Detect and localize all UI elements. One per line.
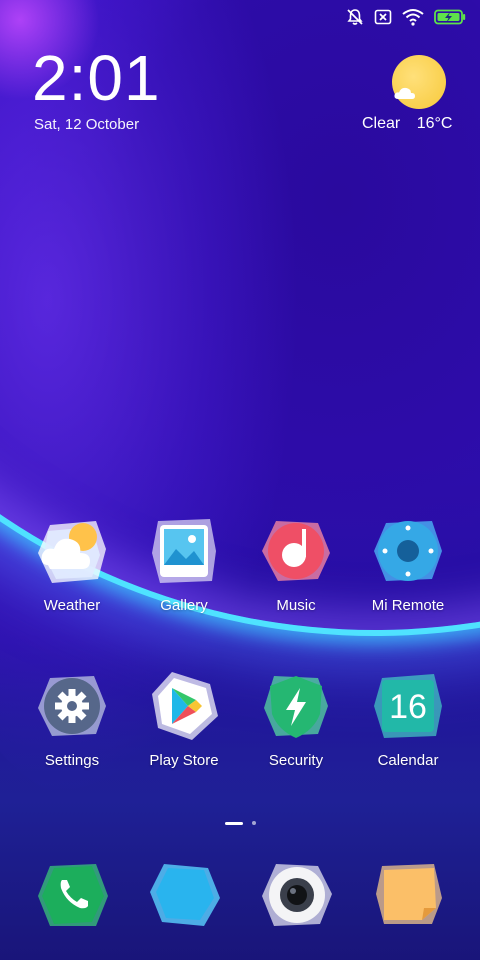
weather-app-icon — [36, 515, 108, 587]
play-store-app-icon — [148, 670, 220, 742]
app-label: Security — [268, 752, 324, 769]
calendar-app-icon: 16 — [372, 670, 444, 742]
app-settings[interactable]: Settings — [22, 670, 122, 769]
app-play-store[interactable]: Play Store — [134, 670, 234, 769]
messages-app-icon — [148, 858, 222, 932]
app-label: Settings — [44, 752, 100, 769]
remote-app-icon — [372, 515, 444, 587]
camera-app-icon — [260, 858, 334, 932]
dock-notes[interactable] — [372, 858, 446, 932]
security-app-icon — [260, 670, 332, 742]
status-bar — [346, 6, 466, 28]
app-label: Music — [276, 597, 316, 614]
weather-text: Clear 16°C — [362, 115, 452, 133]
page-dot — [251, 821, 256, 825]
weather-temperature: 16°C — [416, 115, 453, 132]
cloud-icon — [394, 87, 415, 99]
wallpaper — [0, 0, 480, 960]
calendar-date-text: 16 — [389, 688, 427, 726]
settings-app-icon — [36, 670, 108, 742]
battery-charging-icon — [434, 9, 466, 25]
app-label: Calendar — [377, 752, 439, 769]
page-dot-active — [224, 821, 243, 825]
app-label: Weather — [43, 597, 101, 614]
page-indicator[interactable] — [0, 821, 480, 825]
app-mi-remote[interactable]: Mi Remote — [358, 515, 458, 614]
app-music[interactable]: Music — [246, 515, 346, 614]
app-label: Mi Remote — [371, 597, 445, 614]
notes-app-icon — [372, 858, 446, 932]
app-security[interactable]: Security — [246, 670, 346, 769]
app-gallery[interactable]: Gallery — [134, 515, 234, 614]
dock-phone[interactable] — [36, 858, 110, 932]
music-app-icon — [260, 515, 332, 587]
app-label: Play Store — [149, 752, 219, 769]
dock-camera[interactable] — [260, 858, 334, 932]
app-weather[interactable]: Weather — [22, 515, 122, 614]
phone-app-icon — [36, 858, 110, 932]
clock-time[interactable]: 2:01 — [32, 46, 161, 110]
dock-messages[interactable] — [148, 858, 222, 932]
clock-date[interactable]: Sat, 12 October — [34, 116, 139, 133]
bell-off-icon — [347, 9, 363, 25]
sun-icon — [392, 55, 446, 109]
weather-condition: Clear — [362, 115, 401, 132]
no-sim-icon — [374, 9, 392, 25]
wifi-icon — [402, 9, 424, 26]
app-calendar[interactable]: 16 Calendar — [358, 670, 458, 769]
app-label: Gallery — [160, 597, 208, 614]
gallery-app-icon — [148, 515, 220, 587]
